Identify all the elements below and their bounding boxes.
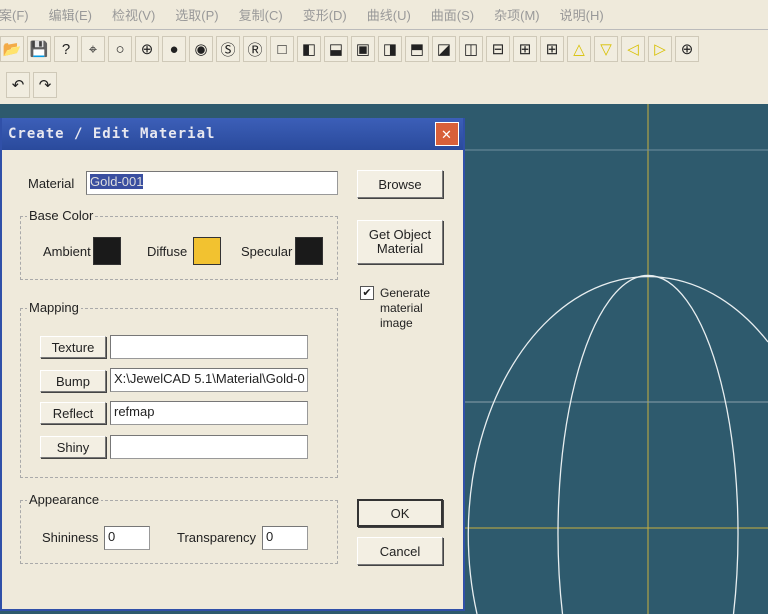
sphere-gray-icon[interactable]: ◉ xyxy=(189,36,213,62)
sphere-grid-icon[interactable]: ⊕ xyxy=(135,36,159,62)
material-value: Gold-001 xyxy=(90,174,144,189)
view4-icon[interactable]: ▣ xyxy=(351,36,375,62)
sphere-dark-icon[interactable]: ● xyxy=(162,36,186,62)
sphere-r-icon[interactable]: Ⓡ xyxy=(243,36,267,62)
quad2-icon[interactable]: ⊞ xyxy=(540,36,564,62)
view2-icon[interactable]: ◧ xyxy=(297,36,321,62)
texture-input[interactable] xyxy=(110,335,308,359)
point-icon[interactable]: ⌖ xyxy=(81,36,105,62)
specular-swatch[interactable] xyxy=(295,237,323,265)
split-v-icon[interactable]: ◫ xyxy=(459,36,483,62)
help-icon[interactable]: ? xyxy=(54,36,78,62)
menu-item[interactable]: 曲线(U) xyxy=(367,5,411,24)
material-label: Material xyxy=(28,176,75,191)
generate-checkbox[interactable]: ✔ xyxy=(360,286,374,300)
mapping-title: Mapping xyxy=(27,300,81,315)
ambient-label: Ambient xyxy=(43,244,91,259)
menu-item[interactable]: 变形(D) xyxy=(303,5,347,24)
ok-button[interactable]: OK xyxy=(357,499,443,527)
outer-curve xyxy=(467,276,768,614)
menu-item[interactable]: 杂项(M) xyxy=(494,5,540,24)
main-toolbar: 📂 💾? ⌖ ○ ⊕ ● ◉ Ⓢ Ⓡ □ ◧ ⬓ ▣ ◨ ⬒ ◪ ◫ ⊟ ⊞ ⊞ △ ▽ ◁ ▷ ⊕ xyxy=(0,33,768,65)
dialog-title: Create / Edit Material xyxy=(8,126,216,142)
transparency-label: Transparency xyxy=(177,530,256,545)
bump-input[interactable]: X:\JewelCAD 5.1\Material\Gold-0 xyxy=(110,368,308,392)
menu-item[interactable]: 复制(C) xyxy=(239,5,283,24)
sphere-s-icon[interactable]: Ⓢ xyxy=(216,36,240,62)
redo-icon[interactable]: ↷ xyxy=(33,72,57,98)
arrow-up-icon[interactable]: △ xyxy=(567,36,591,62)
cancel-button[interactable]: Cancel xyxy=(357,537,443,565)
arrow-down-icon[interactable]: ▽ xyxy=(594,36,618,62)
diffuse-swatch[interactable] xyxy=(193,237,221,265)
get-object-material-button[interactable]: Get Object Material xyxy=(357,220,443,264)
split-h-icon[interactable]: ⊟ xyxy=(486,36,510,62)
view6-icon[interactable]: ⬒ xyxy=(405,36,429,62)
arrow-left-icon[interactable]: ◁ xyxy=(621,36,645,62)
menu-item[interactable]: 选取(P) xyxy=(175,5,218,24)
view5-icon[interactable]: ◨ xyxy=(378,36,402,62)
bump-button[interactable]: Bump xyxy=(40,370,106,392)
base-color-group: Base Color Ambient Diffuse Specular xyxy=(20,208,338,280)
browse-button[interactable]: Browse xyxy=(357,170,443,198)
view1-icon[interactable]: □ xyxy=(270,36,294,62)
material-input[interactable]: Gold-001 xyxy=(86,171,338,195)
menu-item[interactable]: 曲面(S) xyxy=(431,5,474,24)
texture-button[interactable]: Texture xyxy=(40,336,106,358)
diffuse-label: Diffuse xyxy=(147,244,188,259)
menu-item[interactable]: 说明(H) xyxy=(560,5,604,24)
zoom-in-icon[interactable]: ⊕ xyxy=(675,36,699,62)
transparency-input[interactable]: 0 xyxy=(262,526,308,550)
shiny-input[interactable] xyxy=(110,435,308,459)
dialog-titlebar[interactable]: Create / Edit Material ✕ xyxy=(2,118,463,150)
create-edit-material-dialog: Create / Edit Material ✕ Material Gold-0… xyxy=(0,118,465,611)
reflect-input[interactable]: refmap xyxy=(110,401,308,425)
shiny-button[interactable]: Shiny xyxy=(40,436,106,458)
undo-icon[interactable]: ↶ xyxy=(6,72,30,98)
arrow-right-icon[interactable]: ▷ xyxy=(648,36,672,62)
base-color-title: Base Color xyxy=(27,208,96,223)
save-icon[interactable]: 💾 xyxy=(27,36,51,62)
appearance-title: Appearance xyxy=(27,492,102,507)
close-icon[interactable]: ✕ xyxy=(435,122,459,146)
open-icon[interactable]: 📂 xyxy=(0,36,24,62)
menu-item[interactable]: 档案(F) xyxy=(0,5,29,24)
view3-icon[interactable]: ⬓ xyxy=(324,36,348,62)
quad-icon[interactable]: ⊞ xyxy=(513,36,537,62)
ambient-swatch[interactable] xyxy=(93,237,121,265)
generate-label: Generate material image xyxy=(380,286,431,330)
shininess-label: Shininess xyxy=(42,530,99,545)
menu-item[interactable]: 检视(V) xyxy=(112,5,155,24)
secondary-toolbar: ↶ ↷ xyxy=(6,72,57,98)
menu-item[interactable]: 编辑(E) xyxy=(49,5,92,24)
circle-icon[interactable]: ○ xyxy=(108,36,132,62)
menu-bar: 档案(F) 编辑(E) 检视(V) 选取(P) 复制(C) 变形(D) 曲线(U) 曲面(S)… xyxy=(0,0,768,30)
specular-label: Specular xyxy=(241,244,293,259)
shininess-input[interactable]: 0 xyxy=(104,526,150,550)
reflect-button[interactable]: Reflect xyxy=(40,402,106,424)
view7-icon[interactable]: ◪ xyxy=(432,36,456,62)
